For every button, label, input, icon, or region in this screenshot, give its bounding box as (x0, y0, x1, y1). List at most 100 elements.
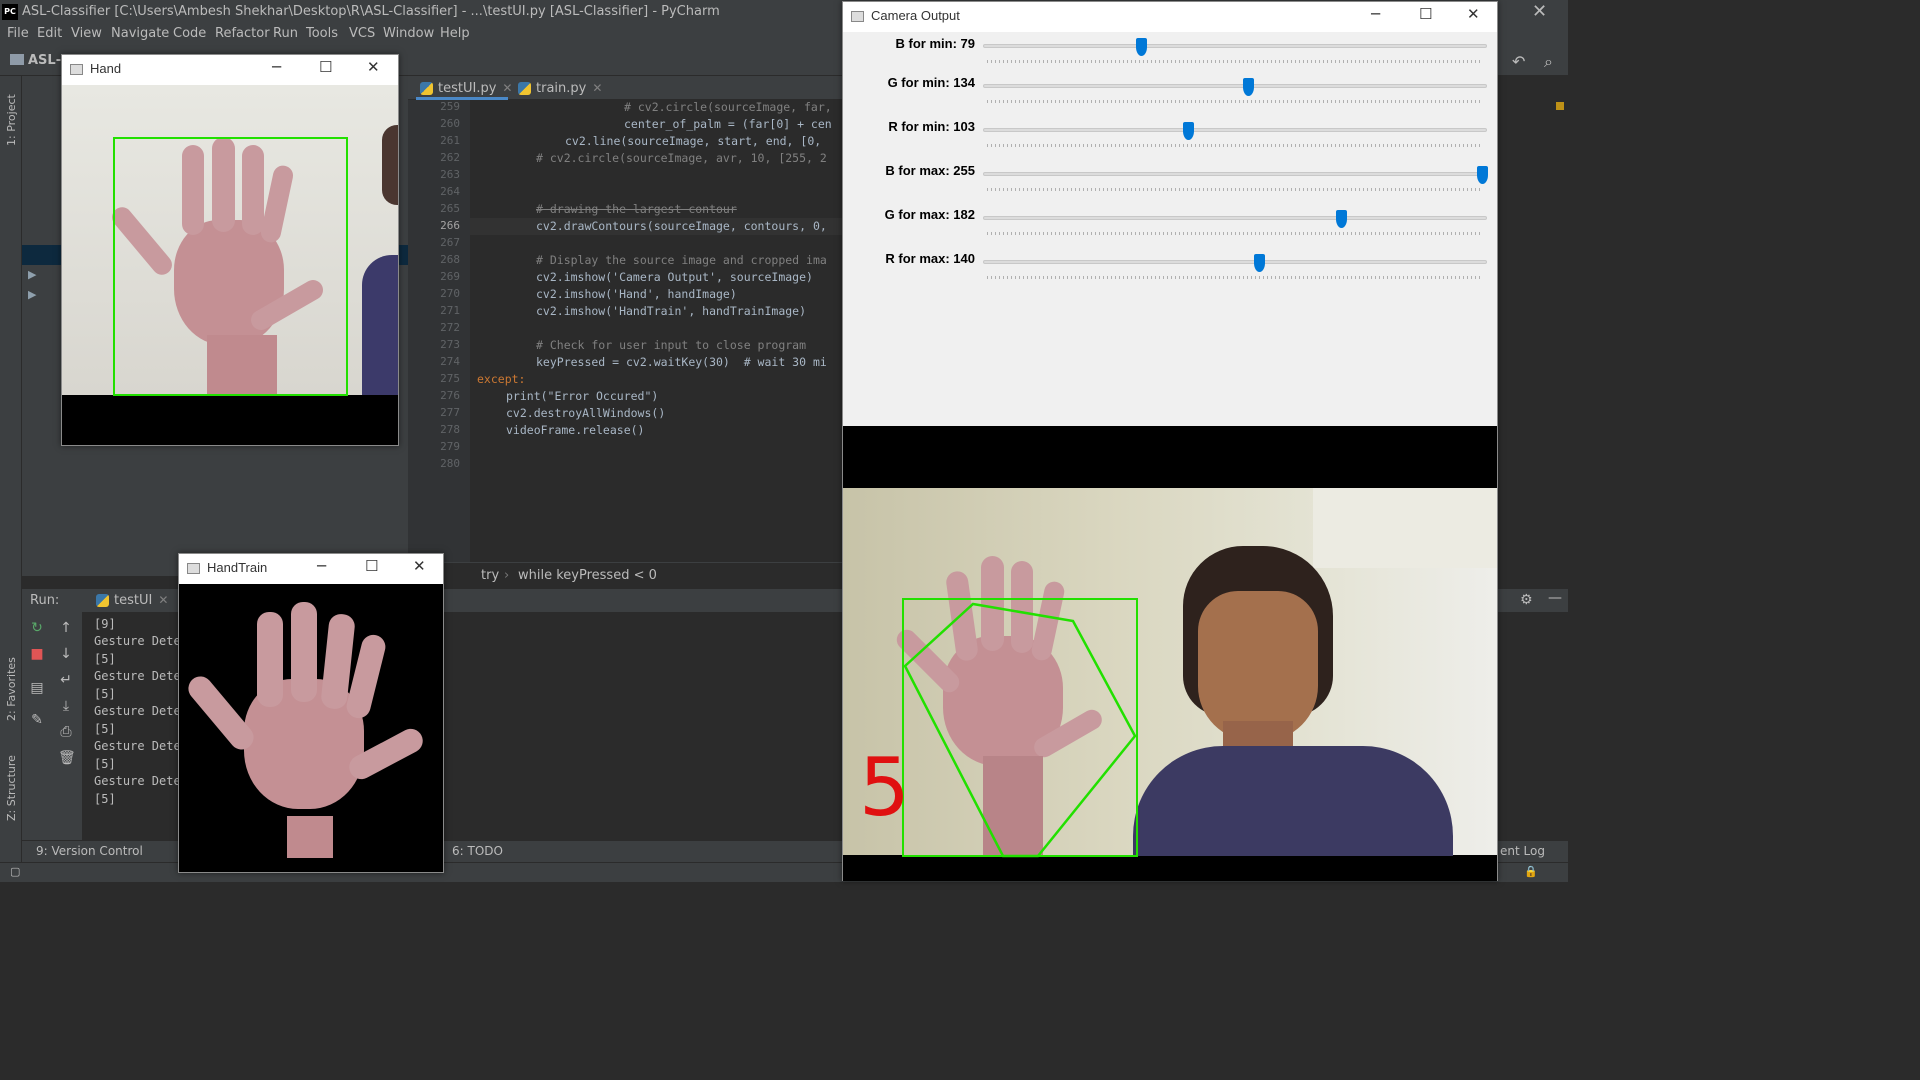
line-number: 279 (440, 440, 460, 453)
menu-refactor[interactable]: Refactor (215, 26, 270, 41)
breadcrumb-separator-icon: › (504, 568, 510, 583)
menu-edit[interactable]: Edit (37, 26, 62, 41)
trackbar-track[interactable] (983, 172, 1487, 176)
tab-train[interactable]: train.py ✕ (514, 78, 602, 100)
right-gutter-strip (1498, 76, 1568, 586)
maximize-button[interactable]: ☐ (1419, 5, 1432, 23)
window-titlebar[interactable]: Camera Output ─ ☐ ✕ (843, 2, 1497, 32)
code-line: center_of_palm = (far[0] + cen (624, 117, 832, 131)
trackbar-track[interactable] (983, 128, 1487, 132)
trackbar-label: B for min: 79 (895, 36, 975, 51)
menu-run[interactable]: Run (273, 26, 298, 41)
close-button[interactable]: ✕ (367, 58, 380, 76)
tree-expand-icon[interactable]: ▶ (28, 268, 36, 281)
close-tab-icon[interactable]: ✕ (502, 81, 512, 95)
trackbar-track[interactable] (983, 44, 1487, 48)
close-button[interactable]: ✕ (1467, 5, 1480, 23)
trackbar-g-min: G for min: 134 (843, 72, 1497, 116)
breadcrumb-while[interactable]: while keyPressed < 0 (518, 568, 657, 583)
menu-window[interactable]: Window (383, 26, 434, 41)
tab-label: testUI.py (438, 81, 497, 96)
menu-file[interactable]: File (7, 26, 29, 41)
ide-close-icon[interactable]: ✕ (1532, 0, 1547, 24)
settings-gear-icon[interactable]: ⚙ (1520, 592, 1533, 608)
code-line: # Check for user input to close program (536, 338, 807, 352)
trackbar-track[interactable] (983, 84, 1487, 88)
minimize-button[interactable]: ─ (272, 58, 281, 76)
warning-marker[interactable] (1556, 102, 1564, 110)
lock-icon[interactable]: 🔒 (1524, 865, 1538, 878)
menu-vcs[interactable]: VCS (349, 26, 375, 41)
console-line: [5] (94, 722, 116, 736)
favorites-tool-tab[interactable]: 2: Favorites (5, 651, 18, 721)
run-tab-testui[interactable]: testUI ✕ (92, 593, 168, 608)
event-log-tab[interactable]: ent Log (1500, 844, 1545, 858)
breadcrumb-try[interactable]: try (481, 568, 499, 583)
layout-icon[interactable]: ▤ (29, 680, 45, 696)
menu-code[interactable]: Code (173, 26, 206, 41)
close-run-tab-icon[interactable]: ✕ (158, 593, 168, 607)
line-number: 270 (440, 287, 460, 300)
trackbar-ticks (987, 100, 1481, 103)
menu-help[interactable]: Help (440, 26, 470, 41)
line-number: 273 (440, 338, 460, 351)
pin-tab-icon[interactable]: ✎ (29, 712, 45, 728)
trackbar-thumb[interactable] (1136, 38, 1148, 56)
tree-expand-icon[interactable]: ▶ (28, 288, 36, 301)
trackbar-panel: B for min: 79 G for min: 134 R for min: … (843, 32, 1497, 426)
scroll-up-icon[interactable]: ↑ (58, 620, 74, 636)
line-number: 269 (440, 270, 460, 283)
rerun-icon[interactable]: ↻ (29, 620, 45, 636)
trackbar-track[interactable] (983, 216, 1487, 220)
console-line: Gesture Dete (94, 669, 181, 683)
trackbar-track[interactable] (983, 260, 1487, 264)
project-tool-tab[interactable]: 1: Project (5, 86, 18, 146)
stop-icon[interactable]: ■ (29, 646, 45, 662)
structure-tool-tab[interactable]: Z: Structure (5, 751, 18, 821)
close-tab-icon[interactable]: ✕ (592, 81, 602, 95)
editor-tab-bar: testUI.py ✕ train.py ✕ (408, 76, 848, 100)
trackbar-thumb[interactable] (1242, 78, 1254, 96)
minimize-button[interactable]: ─ (317, 557, 326, 575)
scroll-to-end-icon[interactable]: ⤓ (58, 698, 74, 714)
console-line: Gesture Dete (94, 739, 181, 753)
bounding-box (902, 598, 1138, 857)
print-icon[interactable]: ⎙ (58, 724, 74, 740)
handtrain-window[interactable]: HandTrain ─ ☐ ✕ (178, 553, 444, 873)
menu-tools[interactable]: Tools (306, 26, 338, 41)
undo-icon[interactable]: ↶ (1512, 52, 1525, 71)
soft-wrap-icon[interactable]: ↵ (58, 672, 74, 688)
trackbar-thumb[interactable] (1182, 122, 1194, 140)
window-titlebar[interactable]: Hand ─ ☐ ✕ (62, 55, 398, 85)
search-icon[interactable]: ⌕ (1544, 52, 1553, 72)
todo-tab[interactable]: 6: TODO (452, 844, 503, 858)
version-control-tab[interactable]: 9: Version Control (36, 844, 143, 858)
tab-testui[interactable]: testUI.py ✕ (416, 78, 512, 100)
console-line: [5] (94, 757, 116, 771)
console-line: [5] (94, 652, 116, 666)
trackbar-thumb[interactable] (1335, 210, 1347, 228)
menu-navigate[interactable]: Navigate (111, 26, 169, 41)
clear-all-icon[interactable]: 🗑 (58, 750, 76, 766)
window-titlebar[interactable]: HandTrain ─ ☐ ✕ (179, 554, 443, 584)
maximize-button[interactable]: ☐ (365, 557, 378, 575)
trackbar-thumb[interactable] (1477, 166, 1488, 184)
line-number: 268 (440, 253, 460, 266)
close-button[interactable]: ✕ (413, 557, 426, 575)
ide-title: ASL-Classifier [C:\Users\Ambesh Shekhar\… (22, 4, 720, 19)
hide-panel-icon[interactable]: — (1548, 590, 1562, 606)
maximize-button[interactable]: ☐ (319, 58, 332, 76)
window-title: HandTrain (207, 560, 268, 575)
trackbar-thumb[interactable] (1254, 254, 1266, 272)
scroll-down-icon[interactable]: ↓ (58, 646, 74, 662)
minimize-button[interactable]: ─ (1371, 5, 1380, 23)
code-line: print("Error Occured") (506, 389, 659, 403)
code-line: cv2.line(sourceImage, start, end, [0, (565, 134, 822, 148)
hand-window[interactable]: Hand ─ ☐ ✕ (61, 54, 399, 446)
console-line: Gesture Dete (94, 704, 181, 718)
toggle-tool-windows-icon[interactable]: ▢ (10, 865, 20, 878)
menu-view[interactable]: View (71, 26, 102, 41)
code-editor[interactable]: # cv2.circle(sourceImage, far, center_of… (470, 100, 848, 562)
line-number: 274 (440, 355, 460, 368)
camera-output-window[interactable]: Camera Output ─ ☐ ✕ B for min: 79 G for … (842, 1, 1498, 881)
